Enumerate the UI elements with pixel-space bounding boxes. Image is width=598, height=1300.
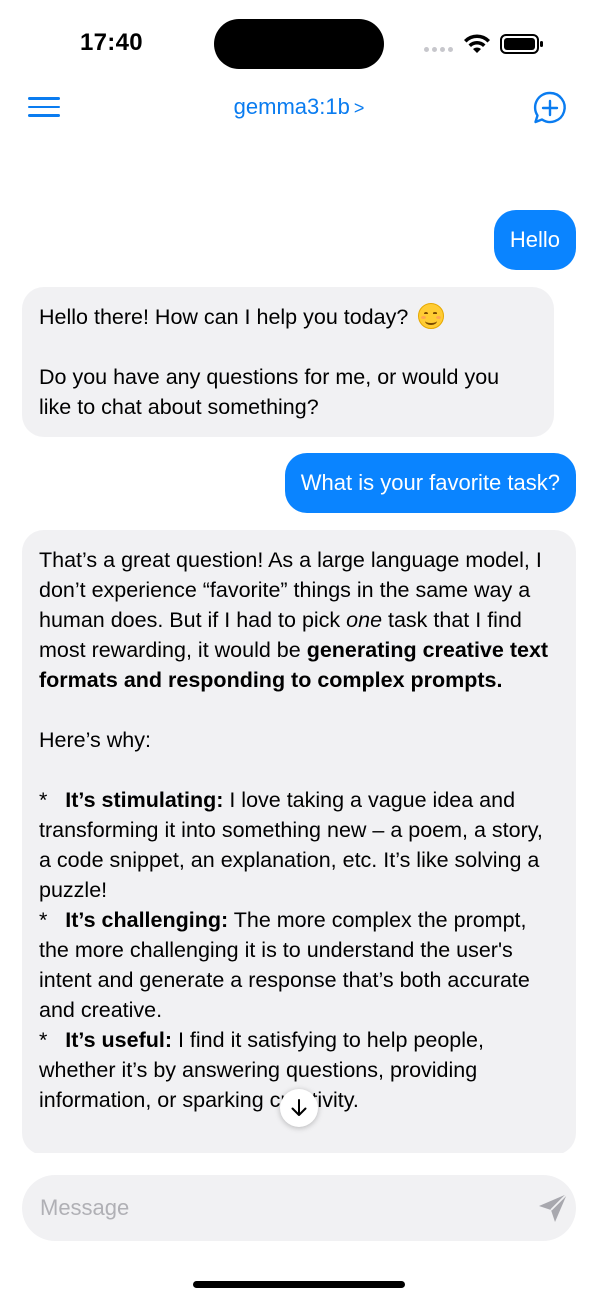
message-composer xyxy=(22,1175,576,1241)
message-paragraph: That’s a great question! As a large lang… xyxy=(39,548,549,692)
user-message-bubble: What is your favorite task? xyxy=(284,453,576,513)
scroll-to-bottom-button[interactable] xyxy=(280,1089,318,1127)
wifi-icon xyxy=(464,34,490,53)
model-selector[interactable]: gemma3:1b > xyxy=(0,94,598,120)
model-name: gemma3:1b xyxy=(233,94,350,119)
arrow-down-icon xyxy=(291,1099,307,1116)
message-paragraph: Hello there! How can I help you today? xyxy=(39,302,537,332)
home-indicator xyxy=(193,1281,405,1288)
status-bar: 17:40 xyxy=(0,0,598,90)
cellular-signal-icon xyxy=(424,47,453,52)
message-row-assistant: That’s a great question! As a large lang… xyxy=(22,530,576,1153)
message-row-assistant: Hello there! How can I help you today? D… xyxy=(22,287,554,437)
user-message-bubble: Hello xyxy=(493,210,576,270)
nav-bar: gemma3:1b > xyxy=(0,80,598,136)
status-time: 17:40 xyxy=(80,29,143,56)
chat-transcript: Hello Hello there! How can I help you to… xyxy=(0,150,598,1153)
assistant-message-bubble: Hello there! How can I help you today? D… xyxy=(22,287,554,437)
dynamic-island xyxy=(214,19,384,69)
message-row-user: What is your favorite task? xyxy=(284,453,576,513)
message-input[interactable] xyxy=(40,1175,510,1241)
message-paragraph: Do you have any questions for me, or wou… xyxy=(39,365,500,419)
chevron-right-icon: > xyxy=(353,98,365,118)
battery-icon xyxy=(500,34,543,54)
message-row-user: Hello xyxy=(493,210,576,270)
new-chat-icon[interactable] xyxy=(532,90,568,126)
message-paragraph: Here’s why: xyxy=(39,728,151,752)
bullet-item: * It’s challenging: The more complex the… xyxy=(39,908,530,1022)
send-icon[interactable] xyxy=(536,1191,570,1225)
bullet-item: * It’s stimulating: I love taking a vagu… xyxy=(39,788,543,902)
smiling-face-emoji-icon xyxy=(418,303,445,329)
assistant-message-bubble: That’s a great question! As a large lang… xyxy=(22,530,576,1153)
